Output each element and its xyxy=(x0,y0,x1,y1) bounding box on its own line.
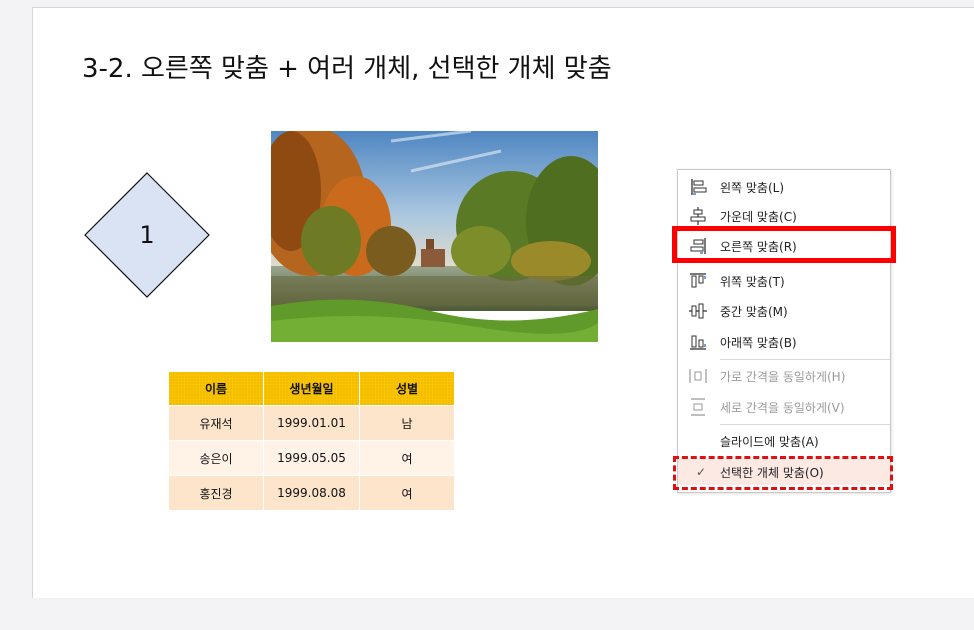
table-cell[interactable]: 1999.01.01 xyxy=(263,405,360,441)
table-cell[interactable]: 1999.08.08 xyxy=(263,475,360,511)
align-context-menu: 왼쪽 맞춤(L) 가운데 맞춤(C) 오른쪽 맞춤(R) 위쪽 맞춤(T) 중간… xyxy=(677,169,891,493)
menu-item-align-middle[interactable]: 중간 맞춤(M) xyxy=(678,298,890,324)
table-cell[interactable]: 송은이 xyxy=(168,440,264,476)
distribute-horizontal-icon xyxy=(689,369,707,383)
menu-item-label: 위쪽 맞춤(T) xyxy=(720,274,785,289)
table-cell[interactable]: 여 xyxy=(359,475,455,511)
table-cell[interactable]: 1999.05.05 xyxy=(263,440,360,476)
slide-title[interactable]: 3-2. 오른쪽 맞춤 + 여러 개체, 선택한 개체 맞춤 xyxy=(82,48,612,85)
menu-item-align-top[interactable]: 위쪽 맞춤(T) xyxy=(678,268,890,294)
highlight-box xyxy=(672,226,896,263)
table-cell[interactable]: 홍진경 xyxy=(168,475,264,511)
menu-separator xyxy=(720,424,890,425)
menu-item-align-to-slide[interactable]: 슬라이드에 맞춤(A) xyxy=(678,428,890,454)
table-cell[interactable]: 여 xyxy=(359,440,455,476)
menu-item-label: 아래쪽 맞춤(B) xyxy=(720,335,797,350)
diamond-label: 1 xyxy=(139,221,155,249)
menu-item-distribute-horizontal[interactable]: 가로 간격을 동일하게(H) xyxy=(678,363,890,389)
menu-item-distribute-vertical[interactable]: 세로 간격을 동일하게(V) xyxy=(678,394,890,420)
table-header-row: 이름 생년월일 성별 xyxy=(168,371,455,406)
people-table[interactable]: 이름 생년월일 성별 유재석 1999.01.01 남 송은이 1999.05.… xyxy=(168,371,455,511)
menu-item-label: 세로 간격을 동일하게(V) xyxy=(720,400,845,415)
table-cell[interactable]: 유재석 xyxy=(168,405,264,441)
menu-item-label: 중간 맞춤(M) xyxy=(720,304,788,319)
table-header-cell[interactable]: 이름 xyxy=(168,371,264,406)
distribute-vertical-icon xyxy=(691,398,705,416)
table-row: 유재석 1999.01.01 남 xyxy=(168,405,455,441)
landscape-image xyxy=(271,131,598,342)
menu-item-align-left[interactable]: 왼쪽 맞춤(L) xyxy=(678,174,890,200)
menu-item-label: 슬라이드에 맞춤(A) xyxy=(720,434,819,449)
menu-separator xyxy=(720,359,890,360)
table-cell[interactable]: 남 xyxy=(359,405,455,441)
table-row: 송은이 1999.05.05 여 xyxy=(168,440,455,476)
table-header-cell[interactable]: 생년월일 xyxy=(263,371,360,406)
align-middle-icon xyxy=(689,303,707,319)
menu-item-align-bottom[interactable]: 아래쪽 맞춤(B) xyxy=(678,329,890,355)
highlight-dashed-box xyxy=(673,456,893,490)
align-center-icon xyxy=(690,207,706,225)
menu-item-label: 가로 간격을 동일하게(H) xyxy=(720,369,846,384)
align-left-icon xyxy=(691,179,707,195)
menu-item-label: 왼쪽 맞춤(L) xyxy=(720,180,785,195)
table-header-cell[interactable]: 성별 xyxy=(359,371,455,406)
landscape-photo[interactable] xyxy=(271,131,598,342)
align-bottom-icon xyxy=(690,335,706,350)
diamond-shape[interactable]: 1 xyxy=(84,172,210,298)
table-row: 홍진경 1999.08.08 여 xyxy=(168,475,455,511)
menu-item-label: 가운데 맞춤(C) xyxy=(720,209,797,224)
align-top-icon xyxy=(690,273,706,288)
